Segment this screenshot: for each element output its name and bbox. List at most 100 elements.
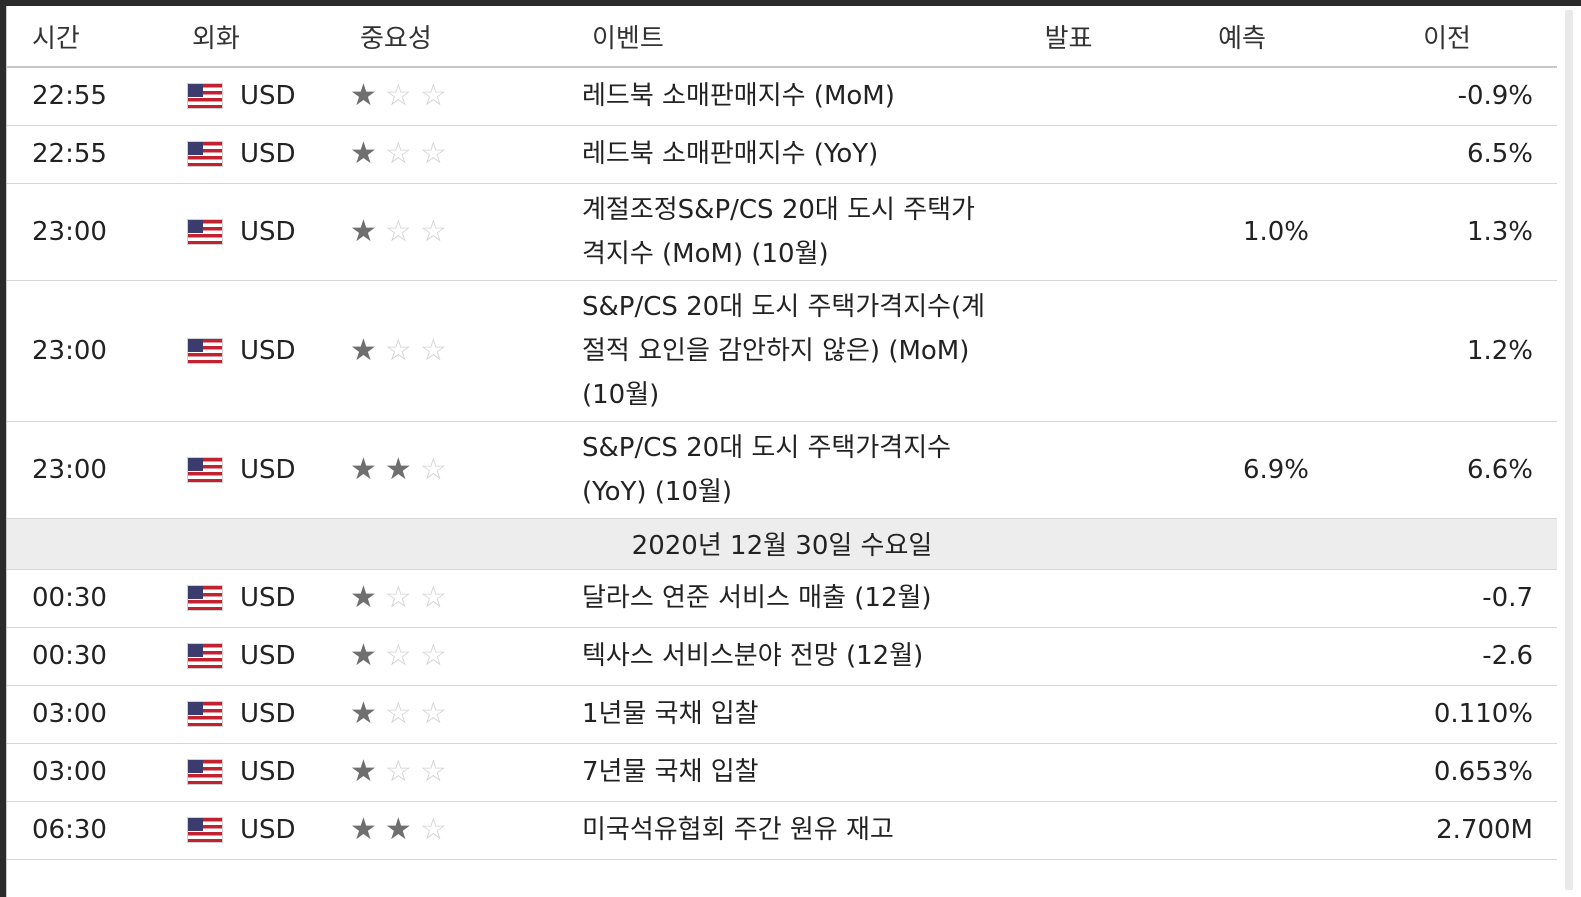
event-row[interactable]: 22:55 USD ★ ☆ ☆ 레드북 소매판매지수 (MoM) -0.9% bbox=[7, 67, 1557, 126]
event-row[interactable]: 23:00 USD ★ ☆ ☆ 계절조정S&P/CS 20대 도시 주택가격지수 (MoM… bbox=[7, 183, 1557, 281]
star-empty-icon: ☆ bbox=[384, 213, 412, 249]
event-name[interactable]: 달라스 연준 서비스 매출 (12월) bbox=[560, 569, 990, 628]
currency-code: USD bbox=[240, 139, 296, 169]
event-forecast bbox=[1147, 685, 1337, 744]
us-flag-icon bbox=[188, 219, 222, 244]
flag-canton bbox=[188, 818, 203, 831]
event-currency-cell: USD bbox=[182, 743, 342, 802]
event-importance: ★ ☆ ☆ bbox=[342, 280, 560, 422]
event-row[interactable]: 00:30 USD ★ ☆ ☆ 텍사스 서비스분야 전망 (12월) -2.6 bbox=[7, 627, 1557, 686]
event-importance: ★ ☆ ☆ bbox=[342, 569, 560, 628]
event-name[interactable]: 계절조정S&P/CS 20대 도시 주택가격지수 (MoM) (10월) bbox=[560, 183, 990, 281]
event-previous: -0.7 bbox=[1337, 569, 1557, 628]
star-filled-icon: ★ bbox=[350, 812, 377, 847]
event-row[interactable]: 03:00 USD ★ ☆ ☆ 1년물 국채 입찰 0.110% bbox=[7, 685, 1557, 744]
importance-stars: ★ ★ ☆ bbox=[342, 451, 560, 487]
event-forecast bbox=[1147, 569, 1337, 628]
event-currency-cell: USD bbox=[182, 421, 342, 519]
event-row[interactable]: 23:00 USD ★ ★ ☆ S&P/CS 20대 도시 주택가격지수 (YoY) (1… bbox=[7, 421, 1557, 519]
importance-stars: ★ ☆ ☆ bbox=[342, 213, 560, 249]
event-importance: ★ ★ ☆ bbox=[342, 801, 560, 860]
star-empty-icon: ☆ bbox=[419, 812, 447, 847]
event-forecast: 1.0% bbox=[1147, 183, 1337, 281]
event-name[interactable]: 1년물 국채 입찰 bbox=[560, 685, 990, 744]
event-name[interactable]: 레드북 소매판매지수 (MoM) bbox=[560, 67, 990, 126]
event-row[interactable]: 00:30 USD ★ ☆ ☆ 달라스 연준 서비스 매출 (12월) -0.7 bbox=[7, 569, 1557, 628]
importance-stars: ★ ☆ ☆ bbox=[342, 699, 560, 729]
star-filled-icon: ★ bbox=[350, 638, 377, 673]
event-time: 03:00 bbox=[7, 685, 182, 744]
event-currency-cell: USD bbox=[182, 125, 342, 184]
star-filled-icon: ★ bbox=[384, 812, 412, 847]
event-row[interactable]: 06:30 USD ★ ★ ☆ 미국석유협회 주간 원유 재고 2.700M bbox=[7, 801, 1557, 860]
event-row[interactable]: 22:55 USD ★ ☆ ☆ 레드북 소매판매지수 (YoY) 6.5% bbox=[7, 125, 1557, 184]
event-importance: ★ ☆ ☆ bbox=[342, 685, 560, 744]
event-previous: 0.110% bbox=[1337, 685, 1557, 744]
table-header-row: 시간 외화 중요성 이벤트 발표 예측 이전 bbox=[7, 6, 1557, 68]
event-previous: 0.653% bbox=[1337, 743, 1557, 802]
us-flag-icon bbox=[188, 760, 222, 784]
flag-canton bbox=[188, 219, 203, 233]
flag-canton bbox=[188, 142, 203, 155]
event-time: 00:30 bbox=[7, 569, 182, 628]
scrollbar-thumb[interactable] bbox=[1565, 10, 1573, 890]
currency-wrap: USD bbox=[182, 641, 342, 671]
event-importance: ★ ☆ ☆ bbox=[342, 183, 560, 281]
us-flag-icon bbox=[188, 702, 222, 726]
star-empty-icon: ☆ bbox=[384, 696, 412, 731]
event-row[interactable]: 23:00 USD ★ ☆ ☆ S&P/CS 20대 도시 주택가격지수(계절적 요인을 … bbox=[7, 280, 1557, 422]
event-row[interactable]: 03:00 USD ★ ☆ ☆ 7년물 국채 입찰 0.653% bbox=[7, 743, 1557, 802]
star-empty-icon: ☆ bbox=[384, 332, 412, 368]
star-empty-icon: ☆ bbox=[384, 78, 412, 114]
flag-canton bbox=[188, 702, 203, 715]
importance-stars: ★ ★ ☆ bbox=[342, 815, 560, 845]
star-empty-icon: ☆ bbox=[419, 451, 447, 487]
star-empty-icon: ☆ bbox=[384, 580, 412, 615]
event-name[interactable]: S&P/CS 20대 도시 주택가격지수(계절적 요인을 감안하지 않은) (M… bbox=[560, 280, 990, 422]
star-filled-icon: ★ bbox=[350, 451, 377, 487]
currency-code: USD bbox=[240, 454, 296, 485]
star-empty-icon: ☆ bbox=[419, 78, 447, 114]
event-importance: ★ ★ ☆ bbox=[342, 421, 560, 519]
event-time: 22:55 bbox=[7, 125, 182, 184]
event-name[interactable]: 7년물 국채 입찰 bbox=[560, 743, 990, 802]
star-filled-icon: ★ bbox=[350, 136, 377, 171]
header-actual: 발표 bbox=[990, 6, 1147, 68]
star-empty-icon: ☆ bbox=[419, 754, 447, 789]
flag-canton bbox=[188, 457, 203, 471]
event-name[interactable]: 레드북 소매판매지수 (YoY) bbox=[560, 125, 990, 184]
importance-stars: ★ ☆ ☆ bbox=[342, 81, 560, 111]
event-currency-cell: USD bbox=[182, 627, 342, 686]
star-empty-icon: ☆ bbox=[384, 638, 412, 673]
event-previous: 6.6% bbox=[1337, 421, 1557, 519]
event-importance: ★ ☆ ☆ bbox=[342, 743, 560, 802]
star-filled-icon: ★ bbox=[384, 451, 412, 487]
event-name[interactable]: 미국석유협회 주간 원유 재고 bbox=[560, 801, 990, 860]
event-actual bbox=[990, 685, 1147, 744]
event-forecast bbox=[1147, 743, 1337, 802]
event-forecast: 6.9% bbox=[1147, 421, 1337, 519]
event-forecast bbox=[1147, 67, 1337, 126]
event-forecast bbox=[1147, 627, 1337, 686]
currency-wrap: USD bbox=[182, 699, 342, 729]
event-actual bbox=[990, 569, 1147, 628]
star-empty-icon: ☆ bbox=[384, 136, 412, 171]
us-flag-icon bbox=[188, 84, 222, 109]
flag-canton bbox=[188, 760, 203, 773]
event-actual bbox=[990, 801, 1147, 860]
flag-canton bbox=[188, 84, 203, 98]
star-empty-icon: ☆ bbox=[419, 136, 447, 171]
scrollbar[interactable] bbox=[1557, 6, 1581, 897]
event-actual bbox=[990, 125, 1147, 184]
event-name[interactable]: S&P/CS 20대 도시 주택가격지수 (YoY) (10월) bbox=[560, 421, 990, 519]
event-time: 23:00 bbox=[7, 280, 182, 422]
us-flag-icon bbox=[188, 818, 222, 842]
event-name[interactable]: 텍사스 서비스분야 전망 (12월) bbox=[560, 627, 990, 686]
us-flag-icon bbox=[188, 457, 222, 482]
us-flag-icon bbox=[188, 586, 222, 610]
event-actual bbox=[990, 183, 1147, 281]
currency-wrap: USD bbox=[182, 81, 342, 111]
star-empty-icon: ☆ bbox=[419, 332, 447, 368]
flag-canton bbox=[188, 644, 203, 657]
star-empty-icon: ☆ bbox=[419, 213, 447, 249]
